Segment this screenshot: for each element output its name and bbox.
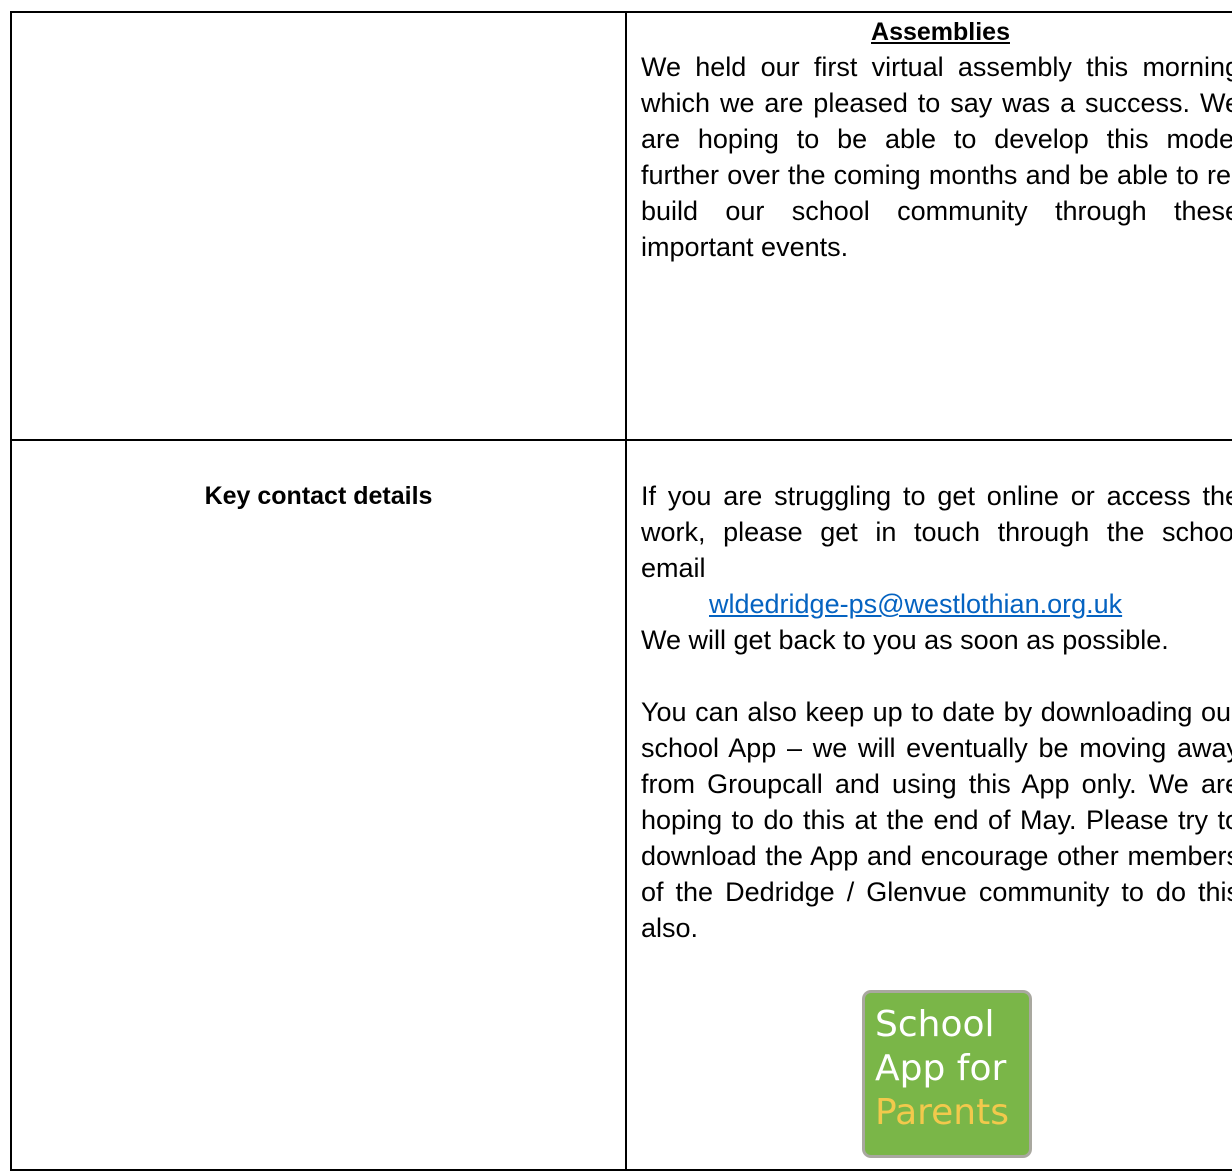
contact-followup: We will get back to you as soon as possi… [641,625,1169,655]
assemblies-left-cell [10,11,627,441]
contact-heading: Key contact details [204,482,433,510]
assemblies-body: We held our first virtual assembly this … [641,52,1232,262]
assemblies-row: Assemblies We held our first virtual ass… [10,11,1232,441]
school-app-logo-icon: School App for Parents [865,993,1029,1155]
school-email-link[interactable]: wldedridge-ps@westlothian.org.uk [709,589,1122,619]
contact-row: Key contact details If you are strugglin… [10,439,1232,1171]
contact-details-cell: If you are struggling to get online or a… [625,439,1232,1171]
newsletter-table: Assemblies We held our first virtual ass… [10,11,1232,1171]
contact-heading-cell: Key contact details [10,439,627,1171]
assemblies-heading: Assemblies [871,18,1010,46]
app-logo-line3: Parents [875,1092,1009,1133]
email-line: wldedridge-ps@westlothian.org.uk [641,586,1232,622]
app-paragraph: You can also keep up to date by download… [641,697,1232,943]
app-logo-line2: App for [875,1048,1007,1089]
app-logo-line1: School [875,1004,995,1045]
assemblies-cell: Assemblies We held our first virtual ass… [625,11,1232,441]
contact-intro: If you are struggling to get online or a… [641,481,1232,583]
